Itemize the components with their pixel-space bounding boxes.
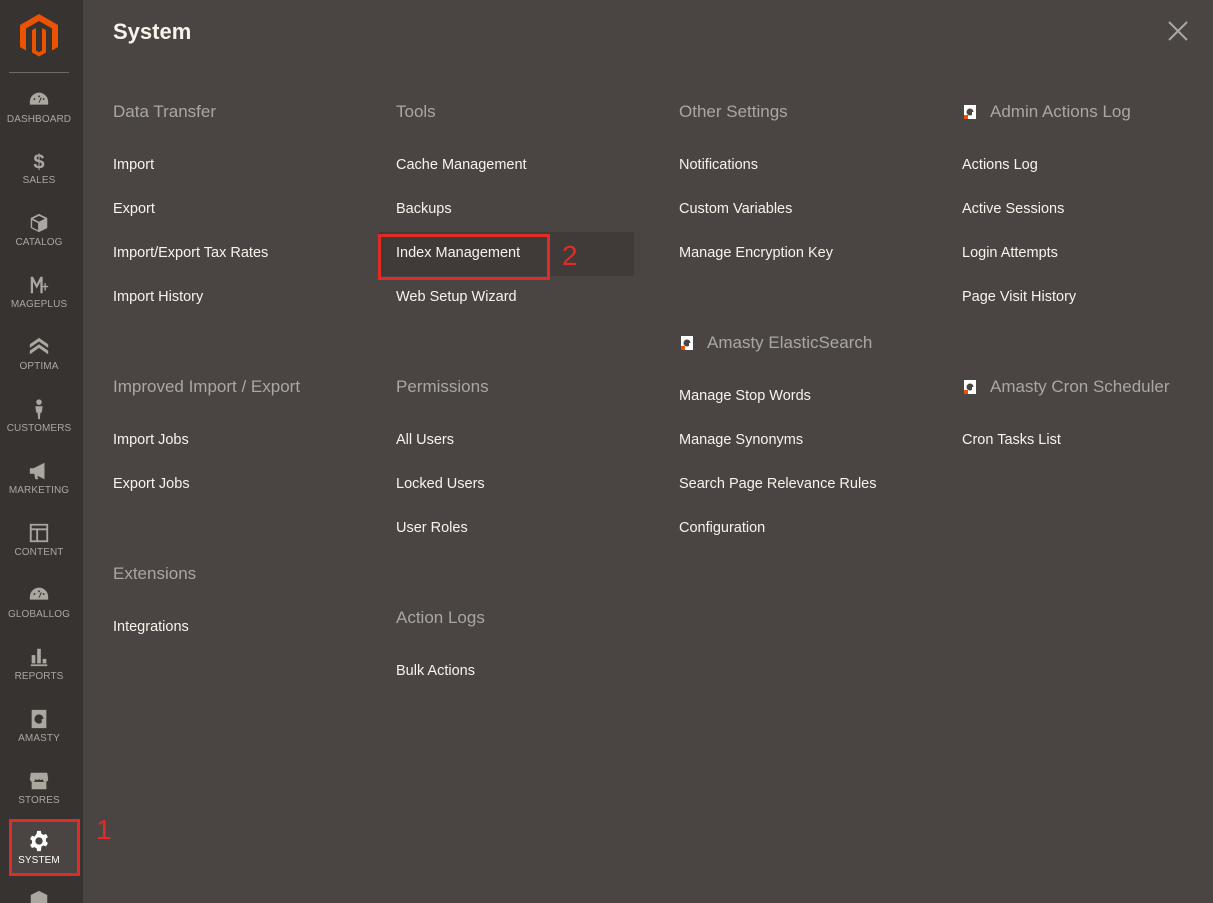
menu-link-notifications[interactable]: Notifications: [679, 157, 758, 173]
page-title: System: [113, 19, 192, 44]
sidebar-item-label: DASHBOARD: [6, 114, 72, 125]
box-icon: [27, 211, 51, 235]
menu-link-export[interactable]: Export: [113, 201, 155, 217]
menu-link-user-roles[interactable]: User Roles: [396, 520, 468, 536]
section-title-permissions: Permissions: [396, 377, 489, 396]
sidebar-item-label: MARKETING: [8, 485, 70, 496]
dashboard-icon: [27, 88, 51, 112]
sidebar-item-label: GLOBALLOG: [7, 609, 71, 620]
sidebar-item-label: CUSTOMERS: [6, 423, 72, 434]
bar-chart-icon: [27, 645, 51, 669]
menu-link-search-page-relevance-rules[interactable]: Search Page Relevance Rules: [679, 476, 876, 492]
sidebar-item-label: REPORTS: [14, 671, 64, 682]
menu-link-integrations[interactable]: Integrations: [113, 619, 189, 635]
optima-icon: [27, 335, 51, 359]
menu-link-configuration[interactable]: Configuration: [679, 520, 765, 536]
gear-icon: [27, 829, 51, 853]
sidebar-item-label: CONTENT: [14, 547, 64, 558]
callout-number-2: 2: [562, 240, 578, 271]
menu-link-login-attempts[interactable]: Login Attempts: [962, 245, 1058, 261]
menu-link-manage-encryption-key[interactable]: Manage Encryption Key: [679, 245, 833, 261]
menu-link-locked-users[interactable]: Locked Users: [396, 476, 485, 492]
menu-link-bulk-actions[interactable]: Bulk Actions: [396, 663, 475, 679]
section-title-label: Amasty ElasticSearch: [707, 333, 873, 352]
person-icon: [27, 397, 51, 421]
menu-link-import-history[interactable]: Import History: [113, 289, 203, 305]
section-title-amasty-elasticsearch: Amasty ElasticSearch: [679, 333, 872, 353]
menu-link-page-visit-history[interactable]: Page Visit History: [962, 289, 1076, 305]
sidebar-item-globallog[interactable]: GLOBALLOG: [0, 583, 78, 645]
sidebar-item-content[interactable]: CONTENT: [0, 521, 78, 583]
store-icon: [27, 769, 51, 793]
section-title-label: Admin Actions Log: [990, 102, 1131, 121]
sidebar-item-label: AMASTY: [18, 733, 60, 744]
sidebar-item-mageplus[interactable]: MAGEPLUS: [0, 273, 78, 335]
gauge-icon: [27, 583, 51, 607]
sidebar-item-marketing[interactable]: MARKETING: [0, 459, 78, 521]
section-title-extensions: Extensions: [113, 564, 197, 583]
sidebar-item-label: STORES: [18, 795, 60, 806]
menu-link-web-setup-wizard[interactable]: Web Setup Wizard: [396, 289, 517, 305]
sidebar-item-amasty[interactable]: AMASTY: [0, 707, 78, 769]
menu-link-custom-variables[interactable]: Custom Variables: [679, 201, 792, 217]
menu-link-cron-tasks-list[interactable]: Cron Tasks List: [962, 432, 1061, 448]
sidebar-item-more[interactable]: [0, 889, 78, 903]
amasty-logo-icon: [962, 379, 978, 395]
sidebar-item-optima[interactable]: OPTIMA: [0, 335, 78, 397]
index-management-highlight-box: [378, 234, 550, 280]
amasty-icon: [27, 707, 51, 731]
menu-link-cache-management[interactable]: Cache Management: [396, 157, 527, 173]
section-title-data-transfer: Data Transfer: [113, 102, 216, 121]
close-icon: [1168, 21, 1188, 41]
close-button[interactable]: [1165, 18, 1191, 44]
sidebar-item-label: MAGEPLUS: [10, 299, 68, 310]
section-title-improved-import-export: Improved Import / Export: [113, 377, 301, 396]
section-title-tools: Tools: [396, 102, 436, 121]
section-title-action-logs: Action Logs: [396, 608, 485, 627]
menu-link-active-sessions[interactable]: Active Sessions: [962, 201, 1064, 217]
menu-link-import-jobs[interactable]: Import Jobs: [113, 432, 189, 448]
section-title-amasty-cron-scheduler: Amasty Cron Scheduler: [962, 377, 1170, 397]
sidebar-item-sales[interactable]: $ SALES: [0, 149, 78, 211]
menu-link-actions-log[interactable]: Actions Log: [962, 157, 1038, 173]
sidebar-item-label: SYSTEM: [18, 855, 60, 866]
box-icon: [27, 889, 51, 903]
sidebar-item-label: OPTIMA: [19, 361, 59, 372]
layout-icon: [27, 521, 51, 545]
menu-link-backups[interactable]: Backups: [396, 201, 452, 217]
sidebar-item-label: CATALOG: [15, 237, 63, 248]
sidebar-item-dashboard[interactable]: DASHBOARD: [0, 88, 78, 150]
section-title-other-settings: Other Settings: [679, 102, 788, 121]
section-title-admin-actions-log: Admin Actions Log: [962, 102, 1131, 122]
menu-link-export-jobs[interactable]: Export Jobs: [113, 476, 190, 492]
sidebar-item-system[interactable]: SYSTEM: [0, 829, 78, 891]
dollar-icon: $: [27, 149, 51, 173]
callout-number-1: 1: [96, 814, 112, 845]
menu-link-all-users[interactable]: All Users: [396, 432, 454, 448]
menu-link-manage-stop-words[interactable]: Manage Stop Words: [679, 388, 811, 404]
menu-link-import-export-tax-rates[interactable]: Import/Export Tax Rates: [113, 245, 268, 261]
mageplus-icon: [27, 273, 51, 297]
sidebar-item-customers[interactable]: CUSTOMERS: [0, 397, 78, 459]
sidebar-item-reports[interactable]: REPORTS: [0, 645, 78, 707]
section-title-label: Amasty Cron Scheduler: [990, 377, 1170, 396]
sidebar-divider: [9, 72, 69, 73]
amasty-logo-icon: [679, 335, 695, 351]
svg-text:$: $: [33, 151, 44, 172]
magento-logo-icon[interactable]: [20, 14, 58, 58]
sidebar-item-label: SALES: [22, 175, 56, 186]
menu-link-manage-synonyms[interactable]: Manage Synonyms: [679, 432, 803, 448]
sidebar-item-catalog[interactable]: CATALOG: [0, 211, 78, 273]
sidebar-item-stores[interactable]: STORES: [0, 769, 78, 831]
megaphone-icon: [27, 459, 51, 483]
admin-sidebar: DASHBOARD $ SALES CATALOG MAGEPLUS OPTIM…: [0, 0, 83, 903]
amasty-logo-icon: [962, 104, 978, 120]
menu-link-import[interactable]: Import: [113, 157, 154, 173]
